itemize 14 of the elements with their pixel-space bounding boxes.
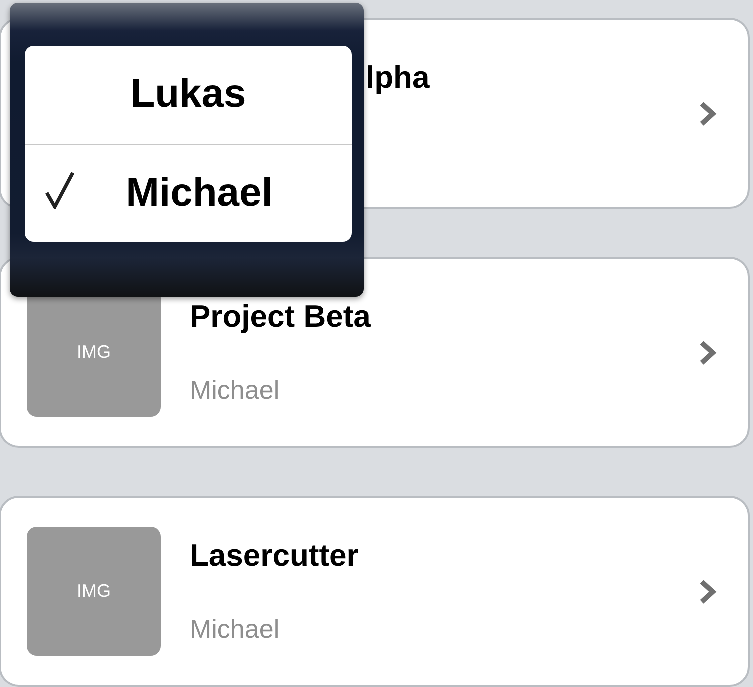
project-title: Lasercutter: [190, 538, 359, 574]
project-title: lpha: [366, 60, 430, 96]
project-title: Project Beta: [190, 299, 371, 335]
project-owner: Michael: [190, 614, 280, 645]
chevron-icon: [698, 578, 718, 604]
image-placeholder: IMG: [27, 527, 161, 656]
menu-option[interactable]: Lukas: [25, 46, 352, 144]
project-card[interactable]: IMG Lasercutter Michael: [0, 496, 750, 687]
chevron-icon: [698, 100, 718, 126]
menu-option[interactable]: Michael: [25, 144, 352, 242]
checkmark-icon: [45, 171, 75, 210]
project-card[interactable]: IMG Project Beta Michael: [0, 257, 750, 448]
project-owner: Michael: [190, 375, 280, 406]
chevron-icon: [698, 340, 718, 366]
